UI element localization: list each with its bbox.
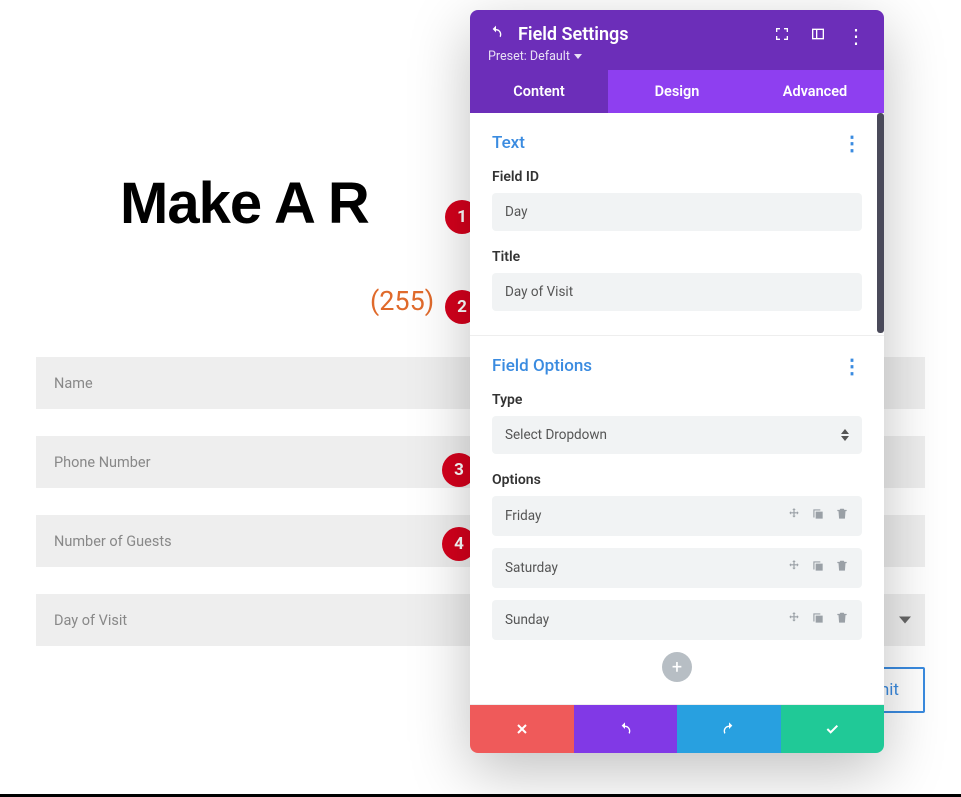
option-label: Friday bbox=[505, 508, 787, 524]
options-label: Options bbox=[492, 472, 862, 488]
preset-label: Preset: Default bbox=[488, 49, 570, 64]
tab-content[interactable]: Content bbox=[470, 70, 608, 113]
back-icon[interactable] bbox=[488, 25, 504, 45]
section-field-options-title[interactable]: Field Options bbox=[492, 356, 592, 376]
redo-button[interactable] bbox=[677, 705, 781, 753]
section-field-options-menu-icon[interactable]: ⋮ bbox=[842, 354, 862, 378]
title-input[interactable]: Day of Visit bbox=[492, 273, 862, 311]
duplicate-icon[interactable] bbox=[811, 559, 825, 577]
sidebar-icon[interactable] bbox=[810, 26, 826, 46]
add-option-button[interactable]: + bbox=[662, 652, 692, 682]
option-row[interactable]: Sunday bbox=[492, 600, 862, 640]
panel-tabs: Content Design Advanced bbox=[470, 70, 884, 113]
field-id-input[interactable]: Day bbox=[492, 193, 862, 231]
day-of-visit-label: Day of Visit bbox=[54, 612, 127, 629]
chevron-down-icon bbox=[899, 617, 911, 624]
guests-field-label: Number of Guests bbox=[54, 533, 172, 550]
more-icon[interactable]: ⋮ bbox=[846, 26, 866, 46]
field-settings-panel: Field Settings Preset: Default ⋮ Content… bbox=[470, 10, 884, 753]
cancel-button[interactable] bbox=[470, 705, 574, 753]
option-row[interactable]: Friday bbox=[492, 496, 862, 536]
section-text-title[interactable]: Text bbox=[492, 133, 525, 153]
option-row[interactable]: Saturday bbox=[492, 548, 862, 588]
option-label: Saturday bbox=[505, 560, 787, 576]
type-select[interactable]: Select Dropdown bbox=[492, 416, 862, 454]
scrollbar-thumb[interactable] bbox=[877, 113, 884, 333]
phone-text: (255) bbox=[370, 285, 434, 317]
panel-footer bbox=[470, 705, 884, 753]
name-field-label: Name bbox=[54, 375, 93, 392]
confirm-button[interactable] bbox=[781, 705, 885, 753]
panel-title: Field Settings bbox=[518, 24, 629, 45]
move-icon[interactable] bbox=[787, 559, 801, 577]
page-title: Make A R bbox=[120, 170, 369, 237]
undo-button[interactable] bbox=[574, 705, 678, 753]
field-id-label: Field ID bbox=[492, 169, 862, 185]
trash-icon[interactable] bbox=[835, 559, 849, 577]
preset-selector[interactable]: Preset: Default bbox=[488, 49, 774, 64]
duplicate-icon[interactable] bbox=[811, 507, 825, 525]
trash-icon[interactable] bbox=[835, 611, 849, 629]
option-label: Sunday bbox=[505, 612, 787, 628]
duplicate-icon[interactable] bbox=[811, 611, 825, 629]
type-label: Type bbox=[492, 392, 862, 408]
trash-icon[interactable] bbox=[835, 507, 849, 525]
tab-design[interactable]: Design bbox=[608, 70, 746, 113]
section-text-menu-icon[interactable]: ⋮ bbox=[842, 131, 862, 155]
expand-icon[interactable] bbox=[774, 26, 790, 46]
select-arrows-icon bbox=[840, 429, 850, 441]
move-icon[interactable] bbox=[787, 507, 801, 525]
move-icon[interactable] bbox=[787, 611, 801, 629]
tab-advanced[interactable]: Advanced bbox=[746, 70, 884, 113]
phone-field-label: Phone Number bbox=[54, 454, 151, 471]
title-label: Title bbox=[492, 249, 862, 265]
caret-down-icon bbox=[574, 54, 582, 59]
type-select-value: Select Dropdown bbox=[505, 427, 607, 443]
